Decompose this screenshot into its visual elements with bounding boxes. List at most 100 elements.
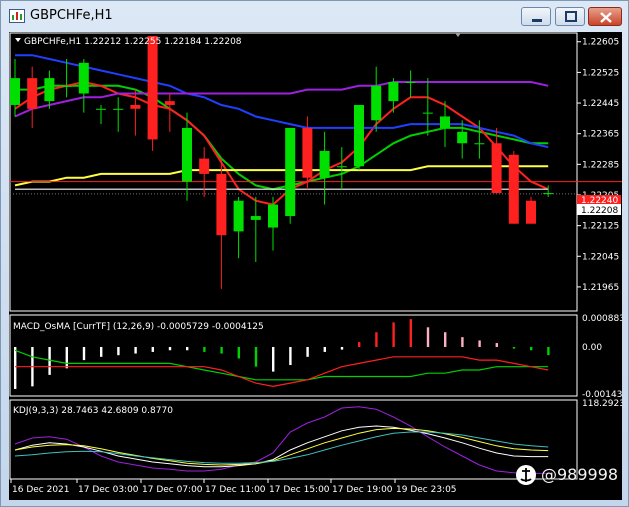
macd-histogram-bar: [168, 346, 172, 351]
macd-histogram-bar: [151, 346, 154, 352]
candle-body[interactable]: [457, 131, 468, 144]
price-axis-label: 1.22285: [582, 160, 619, 170]
collapse-triangle-icon[interactable]: [15, 38, 21, 42]
candle-body[interactable]: [27, 78, 38, 109]
macd-histogram-bar: [14, 346, 17, 389]
kdj-panel-header: KDJ(9,3,3) 28.7463 42.6809 0.8770: [13, 406, 173, 416]
candle-body[interactable]: [199, 158, 210, 174]
candle-body[interactable]: [182, 127, 192, 182]
window-title: GBPCHFe,H1: [30, 8, 113, 23]
macd-histogram-bar: [254, 346, 258, 367]
macd-histogram-bar: [100, 346, 103, 357]
candle-body[interactable]: [508, 154, 519, 224]
macd-histogram-bar: [375, 332, 378, 347]
macd-histogram-bar: [237, 346, 240, 359]
macd-axis-label: 0.00: [582, 343, 602, 353]
macd-histogram-bar: [512, 346, 516, 349]
macd-histogram-bar: [495, 343, 498, 347]
moving-average-line: [15, 84, 549, 191]
macd-histogram-bar: [82, 346, 86, 361]
time-axis-label: 17 Dec 19:00: [332, 485, 393, 495]
price-axis-label: 1.21965: [582, 283, 619, 293]
macd-histogram-bar: [48, 346, 51, 375]
maximize-button[interactable]: [555, 7, 585, 26]
macd-signal-line: [15, 356, 549, 388]
macd-histogram-bar: [65, 346, 68, 369]
macd-histogram-bar: [340, 346, 344, 350]
candle-body[interactable]: [526, 200, 536, 224]
minimize-icon: [532, 19, 542, 22]
candle-body[interactable]: [268, 204, 278, 228]
watermark: @989998: [515, 464, 625, 486]
maximize-icon: [565, 11, 577, 22]
main-panel-header: GBPCHFe,H1 1.22212 1.22255 1.22184 1.222…: [24, 37, 242, 47]
candle-body[interactable]: [113, 108, 124, 110]
close-button[interactable]: [588, 7, 622, 26]
time-axis-label: 17 Dec 07:00: [142, 485, 203, 495]
candle-body[interactable]: [388, 81, 399, 102]
candle-body[interactable]: [474, 143, 485, 145]
macd-histogram-bar: [426, 327, 430, 347]
candle-body[interactable]: [440, 116, 450, 128]
candle-body[interactable]: [405, 81, 416, 83]
candle-body[interactable]: [164, 101, 175, 105]
macd-histogram-bar: [220, 346, 223, 354]
moving-average-line: [14, 81, 549, 118]
chart-canvas[interactable]: 1.22605 1.22525 1.22445 1.22365 1.22285 1.222…: [9, 32, 622, 500]
candle-body[interactable]: [96, 108, 106, 110]
time-axis-label: 17 Dec 15:00: [269, 485, 330, 495]
price-axis-label: 1.22445: [582, 99, 619, 109]
candle-body[interactable]: [336, 166, 347, 168]
time-axis-label: 19 Dec 23:05: [396, 485, 457, 495]
time-axis-label: 16 Dec 2021: [12, 485, 70, 495]
candle-body[interactable]: [10, 78, 20, 105]
time-axis-label: 17 Dec 11:00: [205, 485, 266, 495]
candle-body[interactable]: [371, 85, 382, 121]
macd-histogram-bar: [547, 346, 550, 356]
macd-histogram-bar: [323, 346, 326, 352]
macd-histogram-bar: [358, 342, 361, 347]
price-axis-label: 1.22045: [582, 252, 619, 262]
candle-body[interactable]: [233, 200, 244, 232]
candle-body[interactable]: [61, 85, 72, 87]
macd-panel-header: MACD_OsMA [CurrTF] (12,26,9) -0.0005729 …: [13, 322, 264, 332]
candle-body[interactable]: [543, 193, 554, 195]
macd-histogram-bar: [478, 340, 481, 347]
macd-histogram-bar: [392, 322, 395, 347]
macd-histogram-bar: [306, 346, 309, 357]
close-icon: [600, 12, 612, 23]
price-axis-label: 1.22125: [582, 222, 619, 232]
price-axis-label: 1.22605: [582, 38, 619, 48]
candle-body[interactable]: [216, 173, 227, 236]
chart-client-area[interactable]: 1.22605 1.22525 1.22445 1.22365 1.22285 1.222…: [9, 32, 622, 500]
price-axis-label: 1.22525: [582, 68, 619, 78]
macd-histogram-bar: [444, 332, 447, 347]
macd-histogram-bar: [117, 346, 120, 356]
candle-body[interactable]: [78, 62, 89, 94]
candle-body[interactable]: [250, 216, 261, 220]
price-axis-label: 1.22365: [582, 130, 619, 140]
weibo-logo-icon: [516, 465, 536, 485]
moving-average-line: [15, 54, 549, 149]
macd-signal-line: [14, 349, 549, 381]
candle-body[interactable]: [285, 127, 296, 217]
candle-body[interactable]: [147, 36, 158, 140]
minimize-button[interactable]: [521, 7, 551, 26]
candle-body[interactable]: [319, 150, 330, 178]
candle-body[interactable]: [491, 143, 502, 194]
macd-histogram-bar: [461, 337, 464, 347]
candle-body[interactable]: [130, 104, 141, 109]
candle-body[interactable]: [354, 104, 364, 167]
kdj-line: [14, 425, 549, 468]
moving-average-line: [14, 80, 549, 206]
candle-body[interactable]: [422, 112, 433, 114]
candle-body[interactable]: [302, 127, 313, 178]
candle-body[interactable]: [44, 78, 55, 102]
kdj-line: [14, 406, 549, 474]
title-bar[interactable]: GBPCHFe,H1: [1, 1, 628, 31]
macd-histogram-bar: [530, 346, 533, 351]
chart-shift-marker-icon[interactable]: [455, 33, 461, 37]
current-price-label: 1.22208: [581, 206, 618, 216]
moving-average-line: [14, 165, 549, 187]
macd-histogram-bar: [186, 346, 189, 351]
